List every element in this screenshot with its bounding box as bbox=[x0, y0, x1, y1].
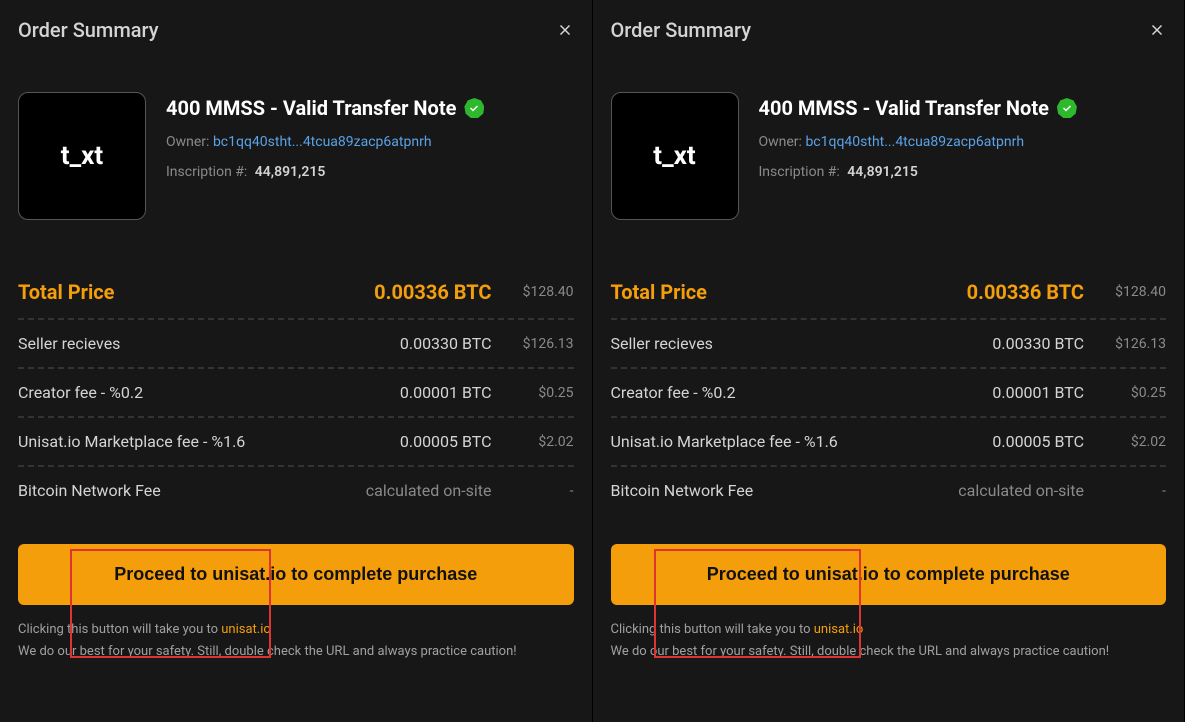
disclaimer-link[interactable]: unisat.io bbox=[814, 622, 864, 637]
row-usd: $2.02 bbox=[514, 434, 574, 450]
inscription-line: Inscription #: 44,891,215 bbox=[759, 164, 1077, 180]
row-usd: $0.25 bbox=[1106, 385, 1166, 401]
row-label: Seller recieves bbox=[18, 334, 400, 353]
item-thumbnail: t_xt bbox=[611, 92, 739, 220]
row-btc: calculated on-site bbox=[958, 481, 1084, 500]
row-btc: 0.00336 BTC bbox=[967, 280, 1084, 304]
item-title: 400 MMSS - Valid Transfer Note bbox=[759, 96, 1049, 120]
row-label: Creator fee - %0.2 bbox=[611, 383, 993, 402]
price-row-total: Total Price 0.00336 BTC $128.40 bbox=[611, 266, 1167, 320]
row-usd: - bbox=[514, 483, 574, 499]
panel-header: Order Summary bbox=[611, 18, 1167, 42]
price-row-network-fee: Bitcoin Network Fee calculated on-site - bbox=[611, 467, 1167, 514]
disclaimer: Clicking this button will take you to un… bbox=[611, 619, 1167, 663]
row-btc: 0.00336 BTC bbox=[374, 280, 491, 304]
inscription-value: 44,891,215 bbox=[255, 164, 326, 180]
price-row-network-fee: Bitcoin Network Fee calculated on-site - bbox=[18, 467, 574, 514]
row-btc: 0.00330 BTC bbox=[992, 334, 1084, 353]
row-btc: 0.00001 BTC bbox=[992, 383, 1084, 402]
price-list: Total Price 0.00336 BTC $128.40 Seller r… bbox=[18, 266, 574, 514]
row-label: Creator fee - %0.2 bbox=[18, 383, 400, 402]
item-thumbnail: t_xt bbox=[18, 92, 146, 220]
row-label: Unisat.io Marketplace fee - %1.6 bbox=[18, 432, 400, 451]
row-label: Bitcoin Network Fee bbox=[611, 481, 959, 500]
row-label: Bitcoin Network Fee bbox=[18, 481, 366, 500]
disclaimer-caution: We do our best for your safety. Still, d… bbox=[18, 644, 517, 659]
row-label: Total Price bbox=[611, 280, 967, 304]
price-row-seller: Seller recieves 0.00330 BTC $126.13 bbox=[611, 320, 1167, 369]
item-meta: 400 MMSS - Valid Transfer Note Owner: bc… bbox=[759, 92, 1077, 220]
price-row-creator-fee: Creator fee - %0.2 0.00001 BTC $0.25 bbox=[611, 369, 1167, 418]
price-row-marketplace-fee: Unisat.io Marketplace fee - %1.6 0.00005… bbox=[611, 418, 1167, 467]
owner-line: Owner: bc1qq40stht...4tcua89zacp6atpnrh bbox=[166, 134, 484, 150]
proceed-button[interactable]: Proceed to unisat.io to complete purchas… bbox=[18, 544, 574, 605]
disclaimer-caution: We do our best for your safety. Still, d… bbox=[611, 644, 1110, 659]
row-label: Total Price bbox=[18, 280, 374, 304]
row-label: Seller recieves bbox=[611, 334, 993, 353]
item-block: t_xt 400 MMSS - Valid Transfer Note Owne… bbox=[611, 92, 1167, 220]
disclaimer-prefix: Clicking this button will take you to bbox=[611, 622, 814, 637]
inscription-label: Inscription #: bbox=[166, 164, 247, 180]
inscription-line: Inscription #: 44,891,215 bbox=[166, 164, 484, 180]
price-row-creator-fee: Creator fee - %0.2 0.00001 BTC $0.25 bbox=[18, 369, 574, 418]
row-label: Unisat.io Marketplace fee - %1.6 bbox=[611, 432, 993, 451]
owner-address-link[interactable]: bc1qq40stht...4tcua89zacp6atpnrh bbox=[213, 134, 432, 150]
panel-header: Order Summary bbox=[18, 18, 574, 42]
order-summary-panel: Order Summary t_xt 400 MMSS - Valid Tran… bbox=[593, 0, 1185, 722]
row-usd: $128.40 bbox=[514, 284, 574, 300]
verified-icon bbox=[1057, 98, 1077, 118]
verified-icon bbox=[464, 98, 484, 118]
row-usd: $128.40 bbox=[1106, 284, 1166, 300]
disclaimer: Clicking this button will take you to un… bbox=[18, 619, 574, 663]
inscription-value: 44,891,215 bbox=[847, 164, 918, 180]
row-btc: calculated on-site bbox=[366, 481, 492, 500]
price-row-total: Total Price 0.00336 BTC $128.40 bbox=[18, 266, 574, 320]
row-usd: $0.25 bbox=[514, 385, 574, 401]
panel-title: Order Summary bbox=[18, 18, 159, 42]
price-row-marketplace-fee: Unisat.io Marketplace fee - %1.6 0.00005… bbox=[18, 418, 574, 467]
close-icon[interactable] bbox=[1148, 21, 1166, 39]
order-summary-panel: Order Summary t_xt 400 MMSS - Valid Tran… bbox=[0, 0, 593, 722]
row-usd: - bbox=[1106, 483, 1166, 499]
panel-title: Order Summary bbox=[611, 18, 752, 42]
owner-line: Owner: bc1qq40stht...4tcua89zacp6atpnrh bbox=[759, 134, 1077, 150]
owner-label: Owner: bbox=[166, 134, 209, 150]
row-btc: 0.00005 BTC bbox=[992, 432, 1084, 451]
disclaimer-link[interactable]: unisat.io bbox=[221, 622, 271, 637]
price-list: Total Price 0.00336 BTC $128.40 Seller r… bbox=[611, 266, 1167, 514]
row-usd: $126.13 bbox=[514, 336, 574, 352]
owner-label: Owner: bbox=[759, 134, 802, 150]
row-btc: 0.00001 BTC bbox=[400, 383, 492, 402]
row-usd: $2.02 bbox=[1106, 434, 1166, 450]
item-title: 400 MMSS - Valid Transfer Note bbox=[166, 96, 456, 120]
disclaimer-prefix: Clicking this button will take you to bbox=[18, 622, 221, 637]
item-meta: 400 MMSS - Valid Transfer Note Owner: bc… bbox=[166, 92, 484, 220]
inscription-label: Inscription #: bbox=[759, 164, 840, 180]
close-icon[interactable] bbox=[556, 21, 574, 39]
price-row-seller: Seller recieves 0.00330 BTC $126.13 bbox=[18, 320, 574, 369]
proceed-button[interactable]: Proceed to unisat.io to complete purchas… bbox=[611, 544, 1167, 605]
item-block: t_xt 400 MMSS - Valid Transfer Note Owne… bbox=[18, 92, 574, 220]
owner-address-link[interactable]: bc1qq40stht...4tcua89zacp6atpnrh bbox=[805, 134, 1024, 150]
row-btc: 0.00330 BTC bbox=[400, 334, 492, 353]
row-usd: $126.13 bbox=[1106, 336, 1166, 352]
row-btc: 0.00005 BTC bbox=[400, 432, 492, 451]
